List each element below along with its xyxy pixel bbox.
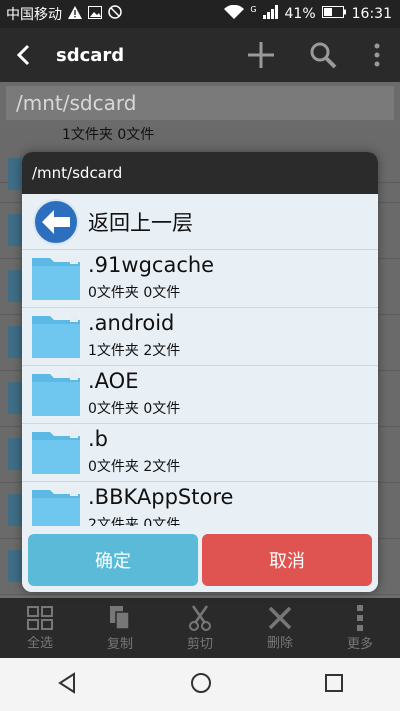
signal-icon — [262, 5, 279, 23]
folder-name: .android — [88, 311, 175, 335]
folder-icon — [32, 314, 80, 358]
scissors-icon — [189, 604, 211, 631]
bottom-toolbar: 全选 复制 剪切 删除 更多 — [0, 598, 400, 658]
battery-icon — [321, 6, 346, 22]
cut-button[interactable]: 剪切 — [160, 598, 240, 658]
arrow-left-circle-icon — [33, 198, 79, 245]
folder-icon — [32, 372, 80, 416]
copy-label: 复制 — [106, 636, 133, 652]
search-button[interactable] — [292, 28, 354, 82]
background-row-count: 1文件夹 0文件 — [62, 127, 155, 143]
select-all-button[interactable]: 全选 — [0, 598, 80, 658]
folder-item[interactable]: .AOE 0文件夹 0文件 — [22, 366, 378, 424]
folder-picker-dialog: /mnt/sdcard 返回上一层 .91wgcache 0文件夹 0文件 .a… — [22, 152, 378, 592]
app-title: sdcard — [56, 44, 125, 66]
folder-name: .AOE — [88, 369, 139, 393]
folder-count: 0文件夹 0文件 — [88, 401, 181, 417]
folder-count: 2文件夹 0文件 — [88, 517, 181, 526]
app-bar: sdcard — [0, 28, 400, 82]
delete-label: 删除 — [266, 635, 293, 651]
copy-button[interactable]: 复制 — [80, 598, 160, 658]
folder-name: .b — [88, 427, 109, 451]
status-bar: 中国移动 G 41% 16:31 — [0, 0, 400, 28]
checklist-icon — [27, 605, 53, 630]
square-recents-icon — [325, 673, 343, 692]
circle-home-icon — [191, 672, 211, 693]
folder-item[interactable]: .BBKAppStore 2文件夹 0文件 — [22, 482, 378, 526]
path-input[interactable]: /mnt/sdcard — [6, 86, 394, 120]
carrier-label: 中国移动 — [6, 7, 62, 23]
folder-count: 0文件夹 0文件 — [88, 285, 181, 301]
add-button[interactable] — [230, 28, 292, 82]
image-icon — [88, 5, 102, 23]
triangle-back-icon — [58, 671, 75, 694]
dialog-buttons: 确定 取消 — [22, 526, 378, 592]
battery-percent: 41% — [284, 6, 316, 22]
dialog-folder-list[interactable]: 返回上一层 .91wgcache 0文件夹 0文件 .android 1文件夹 … — [22, 194, 378, 526]
more-icon — [374, 43, 380, 67]
dialog-title: /mnt/sdcard — [22, 152, 378, 194]
wifi-icon — [224, 4, 245, 23]
more-toolbar-button[interactable]: 更多 — [320, 598, 400, 658]
system-nav-bar — [0, 658, 400, 711]
blocked-icon — [108, 5, 122, 23]
folder-name: .BBKAppStore — [88, 485, 234, 509]
cancel-button[interactable]: 取消 — [202, 534, 372, 586]
folder-count: 0文件夹 2文件 — [88, 459, 181, 475]
path-bar: /mnt/sdcard — [0, 82, 400, 126]
nav-recents-button[interactable] — [324, 673, 344, 697]
search-icon — [310, 42, 337, 69]
cut-label: 剪切 — [186, 636, 213, 652]
network-type: G — [250, 4, 257, 14]
more-label: 更多 — [346, 636, 373, 652]
folder-name: .91wgcache — [88, 253, 215, 277]
more-button[interactable] — [354, 28, 400, 82]
back-button[interactable] — [0, 28, 46, 82]
folder-icon — [32, 256, 80, 300]
folder-icon — [32, 430, 80, 474]
close-icon — [268, 606, 292, 629]
add-icon — [248, 42, 274, 68]
clock: 16:31 — [351, 6, 392, 22]
copy-icon — [110, 605, 130, 630]
go-up-label: 返回上一层 — [88, 210, 193, 235]
more-vertical-icon — [357, 604, 363, 631]
folder-icon — [32, 488, 80, 526]
go-up-row[interactable]: 返回上一层 — [22, 194, 378, 250]
warning-icon — [68, 5, 82, 23]
folder-item[interactable]: .91wgcache 0文件夹 0文件 — [22, 250, 378, 308]
nav-back-button[interactable] — [56, 671, 78, 698]
select-all-label: 全选 — [26, 635, 53, 651]
folder-item[interactable]: .android 1文件夹 2文件 — [22, 308, 378, 366]
folder-count: 1文件夹 2文件 — [88, 343, 181, 359]
ok-button[interactable]: 确定 — [28, 534, 198, 586]
delete-button[interactable]: 删除 — [240, 598, 320, 658]
folder-item[interactable]: .b 0文件夹 2文件 — [22, 424, 378, 482]
back-icon — [16, 44, 30, 66]
nav-home-button[interactable] — [190, 672, 212, 698]
